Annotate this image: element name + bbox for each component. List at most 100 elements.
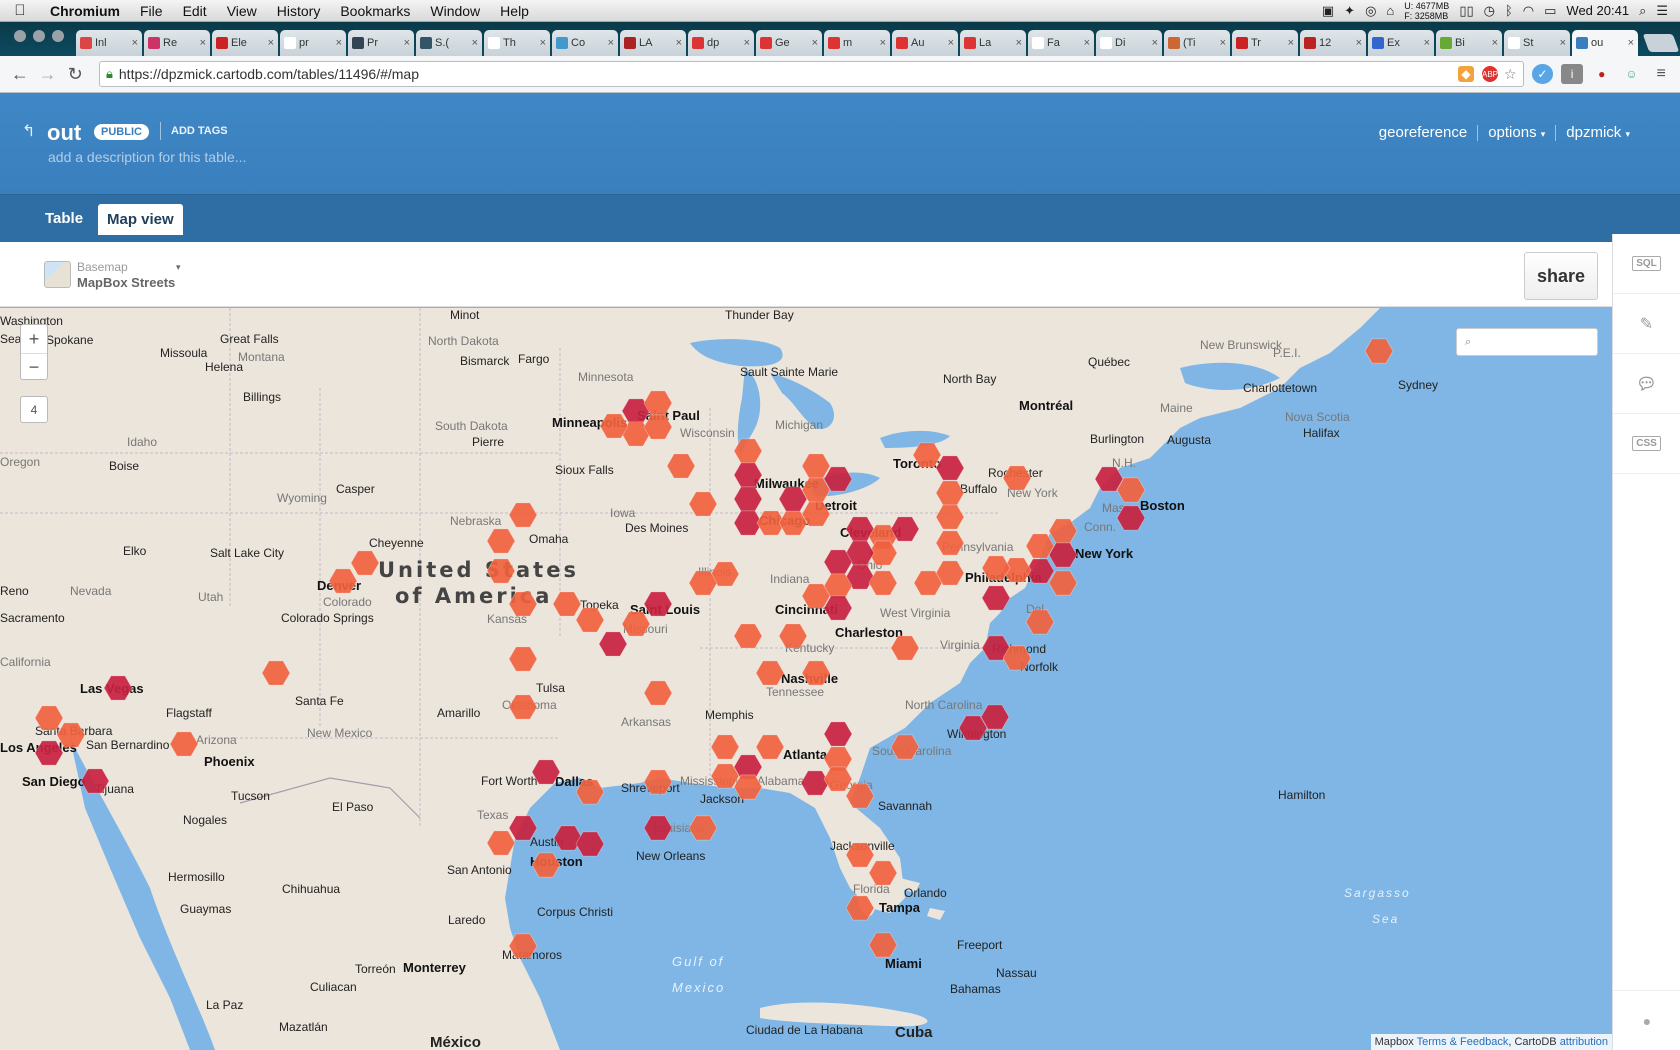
hexbin-cell[interactable]: [935, 455, 965, 481]
close-tab-icon[interactable]: ×: [268, 37, 274, 49]
tab-16[interactable]: (Ti ×: [1164, 30, 1230, 56]
hexbin-cell[interactable]: [261, 660, 291, 686]
zoom-in-button[interactable]: +: [21, 325, 47, 353]
add-tags-link[interactable]: ADD TAGS: [171, 125, 228, 137]
hexbin-cell[interactable]: [755, 734, 785, 760]
hexbin-cell[interactable]: [56, 722, 86, 748]
hexbin-cell[interactable]: [643, 591, 673, 617]
tab-21[interactable]: St ×: [1504, 30, 1570, 56]
hexbin-cell[interactable]: [169, 731, 199, 757]
tab-20[interactable]: Bi ×: [1436, 30, 1502, 56]
close-tab-icon[interactable]: ×: [1628, 37, 1634, 49]
battery-icon[interactable]: ▭: [1544, 3, 1556, 19]
hexbin-cell[interactable]: [508, 591, 538, 617]
time-machine-icon[interactable]: ◷: [1484, 3, 1495, 19]
basemap-label[interactable]: Basemap: [77, 260, 128, 274]
hexbin-cell[interactable]: [508, 815, 538, 841]
screen-icon[interactable]: ▣: [1322, 3, 1334, 19]
hexbin-cell[interactable]: [733, 462, 763, 488]
close-tab-icon[interactable]: ×: [1220, 37, 1226, 49]
terms-feedback-link[interactable]: Terms & Feedback: [1417, 1036, 1509, 1048]
zoom-out-button[interactable]: −: [21, 353, 47, 381]
hexbin-cell[interactable]: [1048, 518, 1078, 544]
table-name[interactable]: out: [47, 120, 81, 146]
privacy-badge[interactable]: PUBLIC: [94, 124, 149, 140]
close-tab-icon[interactable]: ×: [1152, 37, 1158, 49]
hexbin-cell[interactable]: [733, 774, 763, 800]
forward-arrow-icon[interactable]: →: [36, 64, 60, 85]
basemap-thumbnail-icon[interactable]: [44, 261, 71, 288]
hexbin-cell[interactable]: [621, 611, 651, 637]
close-window-button[interactable]: [14, 30, 26, 42]
hexbin-cell[interactable]: [981, 555, 1011, 581]
close-tab-icon[interactable]: ×: [1288, 37, 1294, 49]
close-tab-icon[interactable]: ×: [336, 37, 342, 49]
hexbin-cell[interactable]: [935, 480, 965, 506]
hexbin-cell[interactable]: [508, 646, 538, 672]
share-button[interactable]: share: [1524, 252, 1598, 300]
hexbin-cell[interactable]: [508, 933, 538, 959]
hexbin-cell[interactable]: [598, 631, 628, 657]
hexbin-cell[interactable]: [755, 660, 785, 686]
table-description[interactable]: add a description for this table...: [48, 149, 246, 165]
status-icon[interactable]: ◎: [1365, 3, 1376, 19]
address-bar[interactable]: 🔒︎ https://dpzmick.cartodb.com/tables/11…: [98, 61, 1524, 87]
hexbin-cell[interactable]: [34, 740, 64, 766]
tab-8[interactable]: LA ×: [620, 30, 686, 56]
hexbin-cell[interactable]: [80, 768, 110, 794]
url-text[interactable]: https://dpzmick.cartodb.com/tables/11496…: [119, 66, 1450, 82]
hexbin-cell[interactable]: [103, 675, 133, 701]
hexbin-cell[interactable]: [1048, 570, 1078, 596]
hexbin-cell[interactable]: [710, 734, 740, 760]
menu-help[interactable]: Help: [490, 3, 539, 19]
hexbin-cell[interactable]: [823, 766, 853, 792]
close-tab-icon[interactable]: ×: [472, 37, 478, 49]
map-search-input[interactable]: [1477, 336, 1578, 348]
wifi-icon[interactable]: ◠: [1523, 3, 1534, 19]
hexbin-cell[interactable]: [531, 852, 561, 878]
close-tab-icon[interactable]: ×: [1492, 37, 1498, 49]
tab-table[interactable]: Table: [45, 210, 83, 227]
sql-tool[interactable]: SQL: [1613, 234, 1680, 294]
tab-10[interactable]: Ge ×: [756, 30, 822, 56]
hexbin-cell[interactable]: [1025, 609, 1055, 635]
hexbin-cell[interactable]: [643, 769, 673, 795]
extension-v-icon[interactable]: ✓: [1531, 64, 1554, 84]
memory-monitor[interactable]: U: 4677MB F: 3258MB: [1404, 1, 1449, 21]
close-tab-icon[interactable]: ×: [404, 37, 410, 49]
tab-14[interactable]: Fa ×: [1028, 30, 1094, 56]
attribution-link[interactable]: attribution: [1560, 1036, 1608, 1048]
tab-1[interactable]: Re ×: [144, 30, 210, 56]
close-tab-icon[interactable]: ×: [540, 37, 546, 49]
close-tab-icon[interactable]: ×: [1424, 37, 1430, 49]
hexbin-cell[interactable]: [868, 860, 898, 886]
hexbin-cell[interactable]: [1364, 338, 1394, 364]
hexbin-cell[interactable]: [801, 453, 831, 479]
hexbin-cell[interactable]: [800, 770, 830, 796]
tab-6[interactable]: Th ×: [484, 30, 550, 56]
tab-5[interactable]: S.(×: [416, 30, 482, 56]
hexbin-cell[interactable]: [508, 502, 538, 528]
close-tab-icon[interactable]: ×: [812, 37, 818, 49]
menu-file[interactable]: File: [130, 3, 173, 19]
hexbin-cell[interactable]: [845, 842, 875, 868]
close-tab-icon[interactable]: ×: [1016, 37, 1022, 49]
zoom-window-button[interactable]: [52, 30, 64, 42]
hexbin-cell[interactable]: [486, 558, 516, 584]
tab-map-view[interactable]: Map view: [98, 204, 183, 235]
css-tool[interactable]: CSS: [1613, 414, 1680, 474]
close-tab-icon[interactable]: ×: [880, 37, 886, 49]
hexbin-cell[interactable]: [845, 895, 875, 921]
infowindow-tool[interactable]: 💬︎: [1613, 354, 1680, 414]
tab-12[interactable]: Au ×: [892, 30, 958, 56]
caret-down-icon[interactable]: ▾: [176, 262, 181, 273]
close-tab-icon[interactable]: ×: [744, 37, 750, 49]
hexbin-cell[interactable]: [890, 734, 920, 760]
notification-list-icon[interactable]: ☰: [1656, 3, 1668, 19]
minimize-window-button[interactable]: [33, 30, 45, 42]
hexbin-cell[interactable]: [935, 504, 965, 530]
extension-people-icon[interactable]: ☺: [1621, 64, 1643, 84]
extension-red-icon[interactable]: ●: [1591, 64, 1613, 84]
battery-meter-icon[interactable]: ▯▯: [1459, 3, 1473, 19]
hexbin-cell[interactable]: [508, 694, 538, 720]
